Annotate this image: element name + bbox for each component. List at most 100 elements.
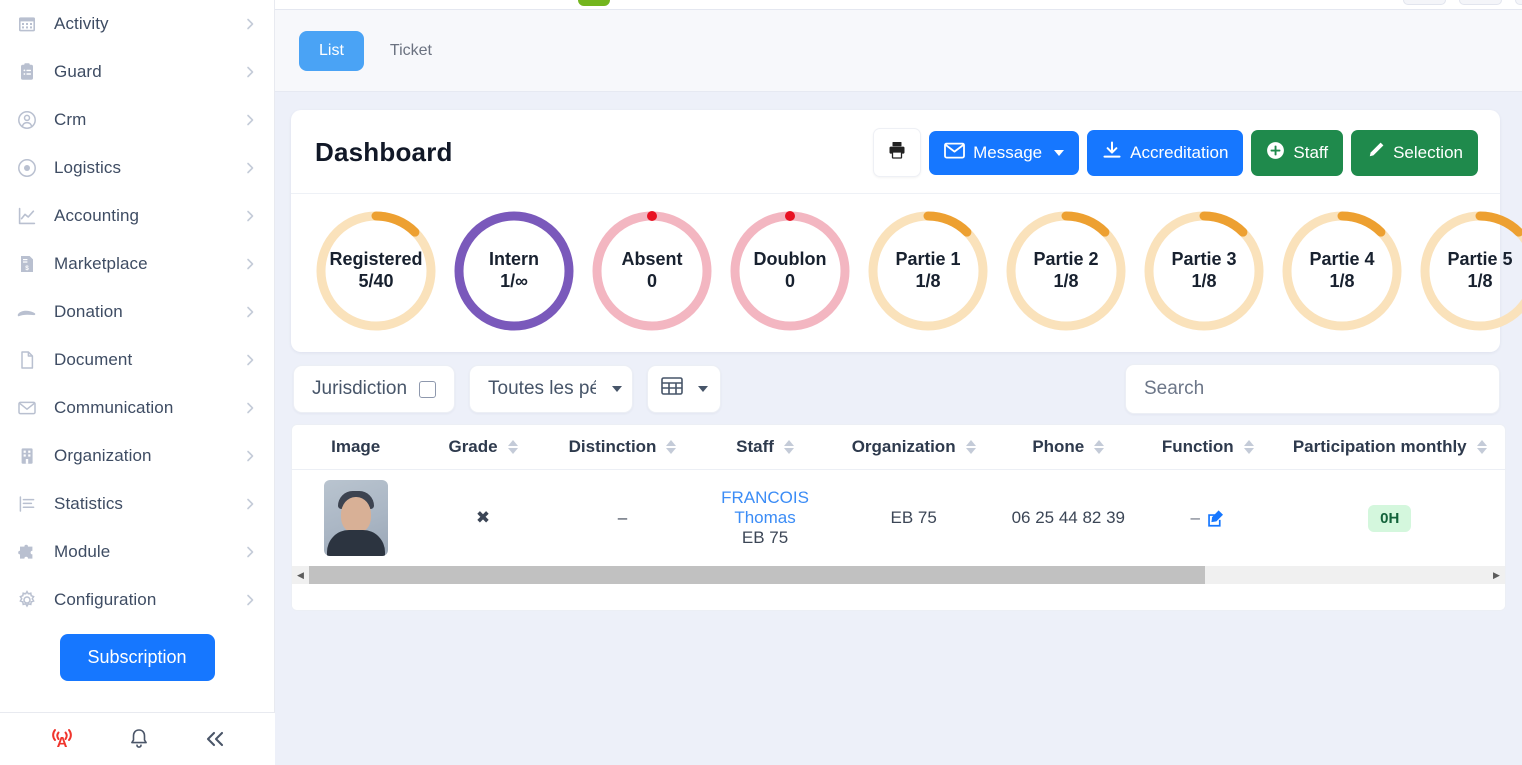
- jurisdiction-label: Jurisdiction: [312, 378, 408, 399]
- sidebar-item-organization[interactable]: Organization: [0, 432, 274, 480]
- stat-text: Partie 1 1/8: [895, 249, 960, 293]
- sidebar-item-label: Configuration: [54, 590, 157, 609]
- function-value: –: [1190, 507, 1200, 527]
- top-cut-button-2[interactable]: [1459, 0, 1502, 5]
- edit-pencil-icon[interactable]: [1206, 509, 1225, 528]
- stat-ring-registered[interactable]: Registered 5/40: [309, 204, 443, 338]
- scrollbar-thumb[interactable]: [309, 566, 1206, 584]
- envelope-icon: [14, 395, 40, 421]
- stat-label: Partie 5: [1447, 249, 1513, 270]
- column-header-participation-monthly[interactable]: Participation monthly: [1274, 425, 1505, 470]
- avatar[interactable]: [323, 480, 388, 556]
- stat-ring-absent[interactable]: Absent 0: [585, 204, 719, 338]
- stat-ring-partie-2[interactable]: Partie 2 1/8: [999, 204, 1133, 338]
- antenna-broadcast-icon[interactable]: A: [49, 727, 75, 751]
- accreditation-label: Accreditation: [1130, 142, 1229, 162]
- clipboard-icon: [14, 59, 40, 85]
- stat-value: 5/40: [358, 271, 394, 291]
- stat-text: Absent 0: [621, 249, 682, 293]
- column-label: Distinction: [568, 437, 657, 456]
- top-cut-button-3[interactable]: [1515, 0, 1522, 5]
- column-label: Participation monthly: [1292, 437, 1467, 456]
- stat-ring-partie-1[interactable]: Partie 1 1/8: [861, 204, 995, 338]
- stat-ring-intern[interactable]: Intern 1/∞: [447, 204, 581, 338]
- stat-ring-partie-3[interactable]: Partie 3 1/8: [1137, 204, 1271, 338]
- staff-table: Image Grade Distinction Staff Organization Ph…: [292, 425, 1505, 566]
- stat-ring-partie-4[interactable]: Partie 4 1/8: [1275, 204, 1409, 338]
- chevron-right-icon: [244, 17, 256, 31]
- stat-ring-doublon[interactable]: Doublon 0: [723, 204, 857, 338]
- column-header-phone[interactable]: Phone: [995, 425, 1142, 470]
- print-button[interactable]: [873, 128, 922, 177]
- sidebar-item-donation[interactable]: Donation: [0, 288, 274, 336]
- sort-arrows-icon[interactable]: [507, 440, 518, 454]
- staff-label: Staff: [1293, 142, 1329, 162]
- sidebar-item-accounting[interactable]: Accounting: [0, 192, 274, 240]
- sort-arrows-icon[interactable]: [1476, 440, 1487, 454]
- stat-label: Partie 1: [895, 249, 961, 270]
- chevron-down-icon: [1054, 149, 1065, 156]
- column-header-function[interactable]: Function: [1141, 425, 1275, 470]
- scrollbar-track[interactable]: [309, 566, 1488, 584]
- sidebar-item-crm[interactable]: Crm: [0, 96, 274, 144]
- sort-arrows-icon[interactable]: [1094, 440, 1105, 454]
- chevron-right-icon: [244, 401, 256, 415]
- bell-icon[interactable]: [128, 727, 150, 751]
- sidebar-item-communication[interactable]: Communication: [0, 384, 274, 432]
- selection-button[interactable]: Selection: [1351, 129, 1478, 176]
- period-select[interactable]: Toutes les péri: [469, 365, 634, 413]
- search-input[interactable]: [1126, 378, 1499, 400]
- tab-ticket[interactable]: Ticket: [370, 31, 452, 71]
- sort-arrows-icon[interactable]: [1243, 440, 1254, 454]
- staff-button[interactable]: Staff: [1251, 129, 1344, 176]
- accreditation-button[interactable]: Accreditation: [1087, 129, 1244, 176]
- message-button[interactable]: Message: [929, 130, 1080, 175]
- chevron-right-icon: [244, 209, 256, 223]
- sort-arrows-icon[interactable]: [965, 440, 976, 454]
- sort-arrows-icon[interactable]: [666, 440, 677, 454]
- sidebar-item-configuration[interactable]: Configuration: [0, 576, 274, 624]
- subscription-container: Subscription: [0, 624, 274, 681]
- column-label: Grade: [448, 437, 498, 456]
- sidebar: Activity Guard Crm Logistics Accounting $ Mark…: [0, 0, 275, 765]
- chevron-right-icon: [244, 113, 256, 127]
- stat-ring-partie-5[interactable]: Partie 5 1/8: [1413, 204, 1522, 338]
- table-footer: [292, 584, 1505, 610]
- message-label: Message: [973, 142, 1043, 162]
- column-header-distinction[interactable]: Distinction: [546, 425, 699, 470]
- column-label: Phone: [1032, 437, 1085, 456]
- stat-text: Partie 3 1/8: [1171, 249, 1236, 293]
- chevron-double-left-icon[interactable]: [203, 729, 227, 749]
- column-header-grade[interactable]: Grade: [419, 425, 547, 470]
- subscription-button[interactable]: Subscription: [59, 634, 215, 681]
- column-header-staff[interactable]: Staff: [698, 425, 832, 470]
- sidebar-item-logistics[interactable]: Logistics: [0, 144, 274, 192]
- triangle-left-icon[interactable]: ◀: [292, 566, 309, 584]
- column-header-organization[interactable]: Organization: [831, 425, 996, 470]
- sidebar-item-guard[interactable]: Guard: [0, 48, 274, 96]
- top-cut-button-1[interactable]: [1403, 0, 1446, 5]
- horizontal-scrollbar[interactable]: ◀ ▶: [292, 566, 1505, 584]
- sidebar-item-label: Accounting: [54, 206, 140, 225]
- sidebar-item-activity[interactable]: Activity: [0, 0, 274, 48]
- building-icon: [14, 443, 40, 469]
- columns-select[interactable]: [647, 365, 722, 413]
- sidebar-item-document[interactable]: Document: [0, 336, 274, 384]
- cell-distinction: –: [617, 508, 628, 527]
- sidebar-item-module[interactable]: Module: [0, 528, 274, 576]
- jurisdiction-filter[interactable]: Jurisdiction: [293, 365, 456, 413]
- stat-text: Registered 5/40: [329, 249, 422, 293]
- jurisdiction-checkbox[interactable]: [419, 380, 437, 398]
- stat-value: 1/∞: [500, 271, 528, 291]
- staff-name-link[interactable]: FRANCOIS Thomas: [704, 488, 825, 528]
- top-cut-green-button[interactable]: [578, 0, 610, 6]
- pencil-icon: [1366, 141, 1385, 165]
- sidebar-item-statistics[interactable]: Statistics: [0, 480, 274, 528]
- triangle-right-icon[interactable]: ▶: [1488, 566, 1505, 584]
- chevron-right-icon: [244, 497, 256, 511]
- sidebar-item-marketplace[interactable]: $ Marketplace: [0, 240, 274, 288]
- sort-arrows-icon[interactable]: [783, 440, 794, 454]
- table-row[interactable]: ✖ – FRANCOIS Thomas EB 75 EB 75 06 25 44 82 3…: [292, 470, 1505, 567]
- tab-list[interactable]: List: [299, 30, 364, 71]
- sidebar-item-label: Activity: [54, 14, 109, 33]
